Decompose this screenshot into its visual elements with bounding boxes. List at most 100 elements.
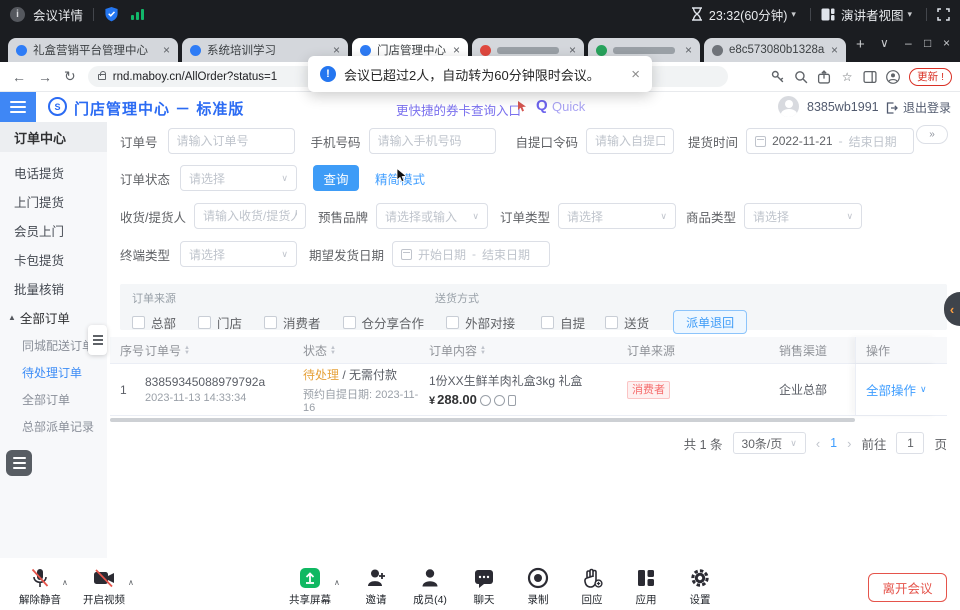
coin-icon[interactable] [480,395,491,406]
page-size-select[interactable]: 30条/页 ∨ [733,432,806,454]
col-channel: 销售渠道 [779,342,855,359]
tab-close-icon[interactable]: × [163,44,170,56]
terminal-type-select[interactable]: 请选择 ∨ [180,241,297,267]
sidebar-item-door-pickup[interactable]: 上门提货 [0,187,107,216]
checkbox-icon[interactable] [198,316,211,329]
zoom-icon[interactable] [794,70,808,84]
share-icon[interactable] [817,70,831,84]
checkbox-warehouse-coop[interactable]: 仓分享合作 [343,313,425,332]
toast-close-icon[interactable]: × [623,66,640,83]
checkbox-icon[interactable] [605,316,618,329]
view-mode-selector[interactable]: 演讲者视图 [841,5,904,24]
view-dropdown-icon[interactable]: ▾ [907,9,912,20]
window-minimize-icon[interactable]: – [905,36,912,50]
checkbox-self-pickup[interactable]: 自提 [541,313,585,332]
window-maximize-icon[interactable]: □ [924,36,931,50]
pickup-time-range-picker[interactable]: 2022-11-21 - 结束日期 [746,128,914,154]
checkbox-icon[interactable] [541,316,554,329]
checkbox-icon[interactable] [446,316,459,329]
globe-icon[interactable] [494,395,505,406]
quick-search-icon[interactable]: Q [536,97,548,114]
prev-page-icon[interactable]: ‹ [816,436,820,451]
sidebar-item-batch-verify[interactable]: 批量核销 [0,274,107,303]
dispatch-return-button[interactable]: 派单退回 [673,310,747,334]
checkbox-external[interactable]: 外部对接 [446,313,515,332]
all-actions-dropdown[interactable]: 全部操作 [866,380,916,399]
share-options-icon[interactable]: ∧ [334,578,340,587]
new-tab-button[interactable]: + [856,36,865,53]
browser-tab-6[interactable]: e8c573080b1328a258fd2e6f8 × [704,38,846,62]
side-panel-icon[interactable] [863,70,877,84]
user-info[interactable]: 8385wb1991 [778,96,879,117]
query-button[interactable]: 查询 [313,165,359,191]
timer-dropdown-icon[interactable]: ▾ [791,9,796,20]
fullscreen-icon[interactable] [937,8,950,21]
ship-date-range-picker[interactable]: 开始日期 - 结束日期 [392,241,550,267]
unmute-button[interactable]: 解除静音 [8,567,72,607]
mic-options-icon[interactable]: ∧ [62,578,68,587]
sort-icons[interactable]: ▲▼ [330,346,336,356]
video-options-icon[interactable]: ∧ [128,578,134,587]
sidebar-drag-handle[interactable] [88,325,107,355]
start-video-button[interactable]: 开启视频 [72,567,136,607]
reload-icon[interactable]: ↻ [64,68,76,85]
tab-close-icon[interactable]: × [333,44,340,56]
bookmark-star-icon[interactable]: ☆ [840,70,854,84]
sidebar-subitem-pending-orders[interactable]: 待处理订单 [0,359,107,386]
share-screen-button[interactable]: 共享屏幕 [278,567,342,607]
goto-page-input[interactable] [896,432,924,454]
checkbox-delivery[interactable]: 送货 [605,313,649,332]
goods-type-select[interactable]: 请选择 ∨ [744,203,862,229]
hand-reaction-icon [581,567,603,589]
shield-check-icon[interactable] [104,6,119,22]
back-icon[interactable]: ← [12,69,26,85]
profile-icon[interactable] [886,70,900,84]
coupon-query-link[interactable]: 更快捷的券卡查询入口 [396,100,521,119]
checkbox-icon[interactable] [343,316,356,329]
lock-icon [98,74,106,80]
window-close-icon[interactable]: × [943,36,950,50]
sort-icons[interactable]: ▲▼ [184,346,190,356]
sidebar-item-phone-pickup[interactable]: 电话提货 [0,158,107,187]
cell-order-no: 83859345088979792a 2023-11-13 14:33:34 [145,375,303,404]
order-no-input[interactable] [168,128,295,154]
receiver-input[interactable] [194,203,306,229]
tab-close-icon[interactable]: × [453,44,460,56]
key-icon[interactable] [771,70,785,84]
sidebar-item-member-visit[interactable]: 会员上门 [0,216,107,245]
horizontal-scrollbar[interactable] [110,418,855,422]
sidebar-item-card-pickup[interactable]: 卡包提货 [0,245,107,274]
browser-tab-1[interactable]: 礼盒营销平台管理中心 × [8,38,178,62]
next-page-icon[interactable]: › [847,436,851,451]
checkbox-store[interactable]: 门店 [198,313,242,332]
sort-icons[interactable]: ▲▼ [480,346,486,356]
phone-icon[interactable] [508,395,516,406]
current-page[interactable]: 1 [830,436,837,450]
settings-button[interactable]: 设置 [668,567,732,607]
tab-close-icon[interactable]: × [685,44,692,56]
logout-button[interactable]: 退出登录 [886,99,951,116]
forward-icon[interactable]: → [38,69,52,85]
checkbox-consumer[interactable]: 消费者 [264,313,321,332]
collapse-filters-button[interactable]: » [916,125,948,144]
tab-search-icon[interactable]: ∨ [880,36,889,50]
tab-close-icon[interactable]: × [569,44,576,56]
phone-input[interactable] [369,128,496,154]
presale-brand-select[interactable]: 请选择或输入 ∨ [376,203,488,229]
sidebar-subitem-all-orders[interactable]: 全部订单 [0,386,107,413]
order-type-select[interactable]: 请选择 ∨ [558,203,676,229]
browser-update-button[interactable]: 更新 ! [909,68,952,86]
checkbox-hq[interactable]: 总部 [132,313,176,332]
meeting-info-icon[interactable]: i [10,7,25,22]
leave-meeting-button[interactable]: 离开会议 [868,573,947,602]
meeting-details-link[interactable]: 会议详情 [33,5,83,24]
checkbox-icon[interactable] [132,316,145,329]
quick-search-label[interactable]: Quick [552,99,585,114]
menu-toggle-button[interactable] [0,92,36,122]
network-signal-icon[interactable] [131,8,144,20]
order-status-select[interactable]: 请选择 ∨ [180,165,297,191]
pickup-code-input[interactable] [586,128,674,154]
checkbox-icon[interactable] [264,316,277,329]
tab-close-icon[interactable]: × [831,44,838,56]
toolbar-label: 录制 [528,592,549,607]
